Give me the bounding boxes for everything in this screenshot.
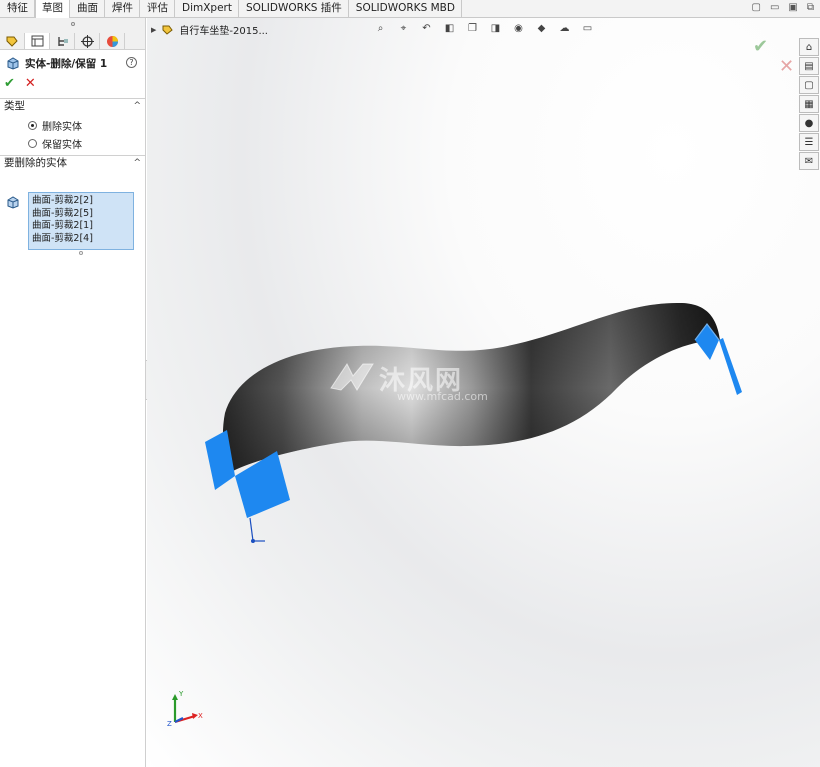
radio-delete-bodies[interactable]: 删除实体 [28, 118, 82, 133]
solid-bodies-icon [7, 196, 19, 209]
bodies-section-header[interactable]: 要删除的实体 ^ [0, 155, 145, 169]
watermark-url: www.mfcad.com [397, 390, 488, 403]
list-item[interactable]: 曲面-剪裁2[5] [32, 208, 130, 221]
property-manager-panel: 实体-删除/保留 1 ? ✔ ✕ 类型 ^ 删除实体 保留实体 要删除的实体 ^… [0, 18, 146, 767]
ok-cancel-row: ✔ ✕ [4, 76, 36, 91]
bodies-to-delete-listbox[interactable]: 曲面-剪裁2[2] 曲面-剪裁2[5] 曲面-剪裁2[1] 曲面-剪裁2[4] [28, 192, 134, 250]
type-section-header[interactable]: 类型 ^ [0, 98, 145, 112]
triad-y-label: Y [179, 690, 184, 698]
display-manager-icon[interactable] [100, 33, 125, 49]
tab-2[interactable]: 曲面 [70, 0, 105, 18]
reference-triad: Y X Z [165, 690, 205, 731]
tab-7[interactable]: SOLIDWORKS MBD [349, 0, 462, 18]
command-manager-tabs: 特征 草图 曲面 焊件 评估 DimXpert SOLIDWORKS 插件 SOLIDWORK… [0, 0, 462, 18]
panel-grip-dot[interactable] [71, 22, 75, 26]
delete-body-feature-icon [7, 57, 19, 70]
tab-4[interactable]: 评估 [140, 0, 175, 18]
window-tile-icon[interactable]: ⧉ [807, 2, 814, 13]
tab-5[interactable]: DimXpert [175, 0, 239, 18]
feature-title-row: 实体-删除/保留 1 [6, 56, 107, 71]
type-section-label: 类型 [4, 100, 25, 112]
feature-manager-icon[interactable] [0, 33, 25, 49]
dimxpert-manager-icon[interactable] [75, 33, 100, 49]
chevron-up-icon[interactable]: ^ [133, 99, 141, 113]
radio-button-selected[interactable] [28, 121, 37, 130]
window-restore-icon[interactable]: ▢ [752, 2, 761, 13]
property-manager-icon[interactable] [25, 33, 50, 49]
ok-button[interactable]: ✔ [4, 76, 15, 91]
listbox-resize-grip[interactable] [79, 251, 83, 255]
list-item[interactable]: 曲面-剪裁2[1] [32, 220, 130, 233]
window-controls: ▢ ▭ ▣ ⧉ [752, 2, 815, 13]
bodies-section-label: 要删除的实体 [4, 157, 67, 169]
tab-1[interactable]: 草图 [35, 0, 70, 18]
cancel-button[interactable]: ✕ [25, 76, 36, 91]
chevron-up-icon[interactable]: ^ [133, 156, 141, 170]
tab-6[interactable]: SOLIDWORKS 插件 [239, 0, 349, 18]
command-manager-tabbar: 特征 草图 曲面 焊件 评估 DimXpert SOLIDWORKS 插件 SOLIDWORK… [0, 0, 820, 18]
graphics-area[interactable]: ▶ 自行车坐垫-2015... ⌕ ⌖ ↶ ◧ ❐ ◨ ◉ ◆ ☁ ▭ ✔ ✕ … [147, 18, 820, 767]
selected-surface-right-b [719, 338, 742, 395]
radio-label-delete-bodies: 删除实体 [42, 122, 82, 133]
radio-keep-bodies[interactable]: 保留实体 [28, 136, 82, 151]
window-maximize-icon[interactable]: ▣ [788, 2, 797, 13]
radio-label-keep-bodies: 保留实体 [42, 140, 82, 151]
watermark-logo-icon [330, 363, 374, 391]
window-minimize-icon[interactable]: ▭ [770, 2, 779, 13]
feature-title: 实体-删除/保留 1 [25, 58, 108, 70]
tab-3[interactable]: 焊件 [105, 0, 140, 18]
configuration-manager-icon[interactable] [50, 33, 75, 49]
list-item[interactable]: 曲面-剪裁2[2] [32, 195, 130, 208]
tab-0[interactable]: 特征 [0, 0, 35, 18]
help-icon[interactable]: ? [126, 57, 137, 68]
manager-tabs [0, 18, 145, 50]
triad-x-label: X [198, 712, 203, 720]
radio-button[interactable] [28, 139, 37, 148]
list-item[interactable]: 曲面-剪裁2[4] [32, 233, 130, 246]
triad-z-label: Z [167, 720, 172, 728]
